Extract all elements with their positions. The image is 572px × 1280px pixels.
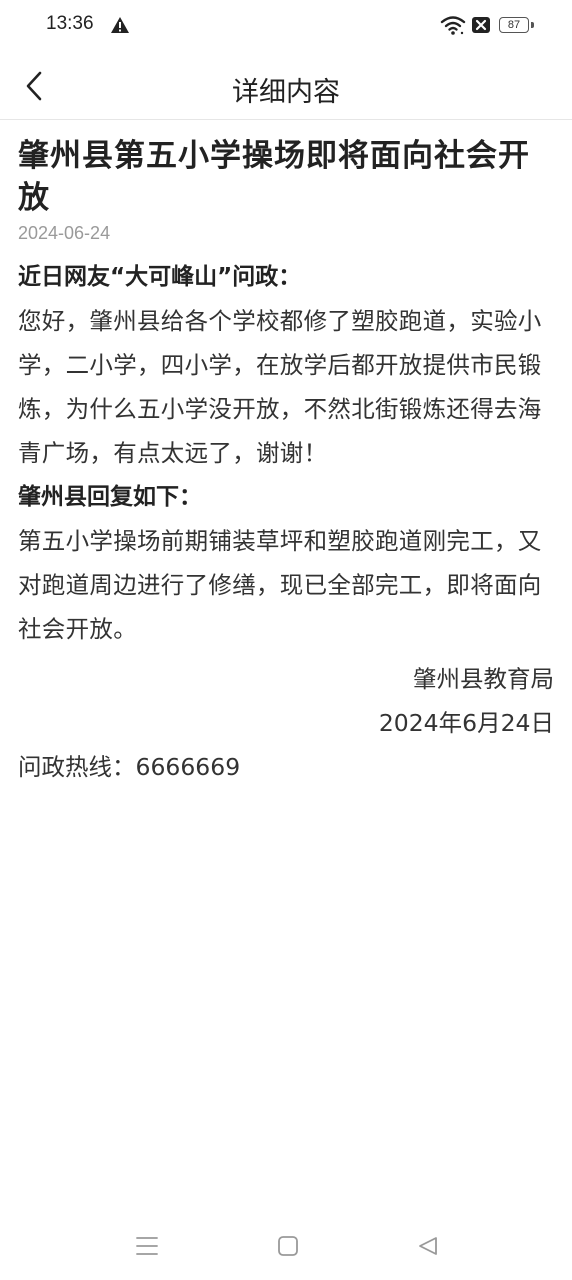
sim-off-icon xyxy=(472,17,490,33)
hotline: 问政热线：6666669 xyxy=(18,753,241,781)
battery-cap xyxy=(531,22,534,28)
battery-icon: 87 xyxy=(499,17,529,33)
navigation-bar xyxy=(0,1222,572,1268)
status-bar: 13:36 87 xyxy=(0,0,572,52)
signature: 肇州县教育局 xyxy=(413,665,554,693)
menu-button[interactable] xyxy=(133,1232,161,1260)
home-icon xyxy=(278,1236,298,1256)
app-header: 详细内容 xyxy=(0,52,572,120)
system-back-button[interactable] xyxy=(414,1232,442,1260)
article-content: 肇州县第五小学操场即将面向社会开放 2024-06-24 近日网友“大可峰山”问… xyxy=(18,135,554,789)
status-time: 13:36 xyxy=(46,13,94,34)
back-triangle-icon xyxy=(419,1237,437,1255)
article-title: 肇州县第五小学操场即将面向社会开放 xyxy=(18,138,530,216)
article-date: 2024-06-24 xyxy=(18,223,111,243)
warning-icon xyxy=(111,17,129,33)
question-heading: 近日网友“大可峰山”问政： xyxy=(18,264,302,290)
page-title: 详细内容 xyxy=(232,77,340,108)
reply-body: 第五小学操场前期铺装草坪和塑胶跑道刚完工，又对跑道周边进行了修缮，现已全部完工，… xyxy=(18,527,542,643)
wifi-icon xyxy=(440,16,466,35)
reply-heading: 肇州县回复如下： xyxy=(18,484,202,510)
home-button[interactable] xyxy=(274,1232,302,1260)
battery-level: 87 xyxy=(507,19,521,31)
menu-icon xyxy=(136,1237,158,1255)
signature-date: 2024年6月24日 xyxy=(378,709,554,737)
question-body: 您好，肇州县给各个学校都修了塑胶跑道，实验小学，二小学，四小学，在放学后都开放提… xyxy=(18,307,542,467)
